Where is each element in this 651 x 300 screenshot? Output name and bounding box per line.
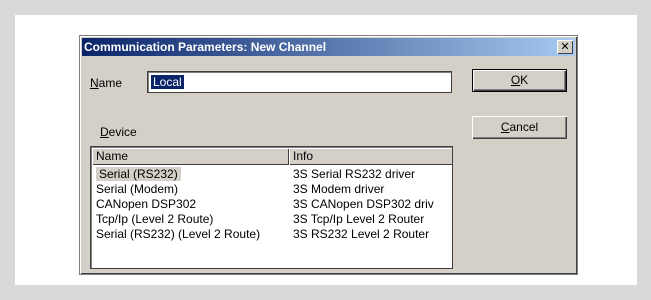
- device-info: 3S RS232 Level 2 Router: [293, 227, 430, 241]
- device-info: 3S Modem driver: [293, 182, 385, 196]
- column-header-name[interactable]: Name: [92, 148, 289, 165]
- device-name: Serial (RS232) (Level 2 Route): [96, 227, 261, 241]
- dialog-titlebar: Communication Parameters: New Channel ✕: [82, 38, 575, 56]
- device-info: 3S Serial RS232 driver: [293, 167, 416, 181]
- name-input[interactable]: Local: [147, 71, 452, 93]
- device-name: CANopen DSP302: [96, 197, 197, 211]
- device-label: Device: [100, 125, 137, 139]
- dialog-title: Communication Parameters: New Channel: [84, 40, 327, 54]
- name-input-value: Local: [151, 75, 184, 89]
- device-name: Serial (RS232): [96, 167, 181, 181]
- device-row[interactable]: Serial (RS232) (Level 2 Route) 3S RS232 …: [92, 227, 452, 242]
- device-name: Serial (Modem): [96, 182, 179, 196]
- device-list-header: Name Info: [92, 148, 452, 165]
- communication-parameters-dialog: Communication Parameters: New Channel ✕ …: [79, 35, 578, 275]
- device-info: 3S Tcp/Ip Level 2 Router: [293, 212, 425, 226]
- ok-button[interactable]: OK: [472, 69, 567, 92]
- name-label: Name: [90, 76, 123, 90]
- cancel-button[interactable]: Cancel: [472, 116, 567, 139]
- device-row[interactable]: CANopen DSP302 3S CANopen DSP302 driv: [92, 197, 452, 212]
- device-info: 3S CANopen DSP302 driv: [293, 197, 434, 211]
- device-list[interactable]: Name Info Serial (RS232) 3S Serial RS232…: [90, 146, 453, 269]
- close-icon: ✕: [560, 40, 570, 53]
- column-header-info[interactable]: Info: [289, 148, 452, 165]
- device-row[interactable]: Serial (RS232) 3S Serial RS232 driver: [92, 167, 452, 182]
- device-name: Tcp/Ip (Level 2 Route): [96, 212, 214, 226]
- device-row[interactable]: Tcp/Ip (Level 2 Route) 3S Tcp/Ip Level 2…: [92, 212, 452, 227]
- close-button[interactable]: ✕: [557, 40, 573, 54]
- device-row[interactable]: Serial (Modem) 3S Modem driver: [92, 182, 452, 197]
